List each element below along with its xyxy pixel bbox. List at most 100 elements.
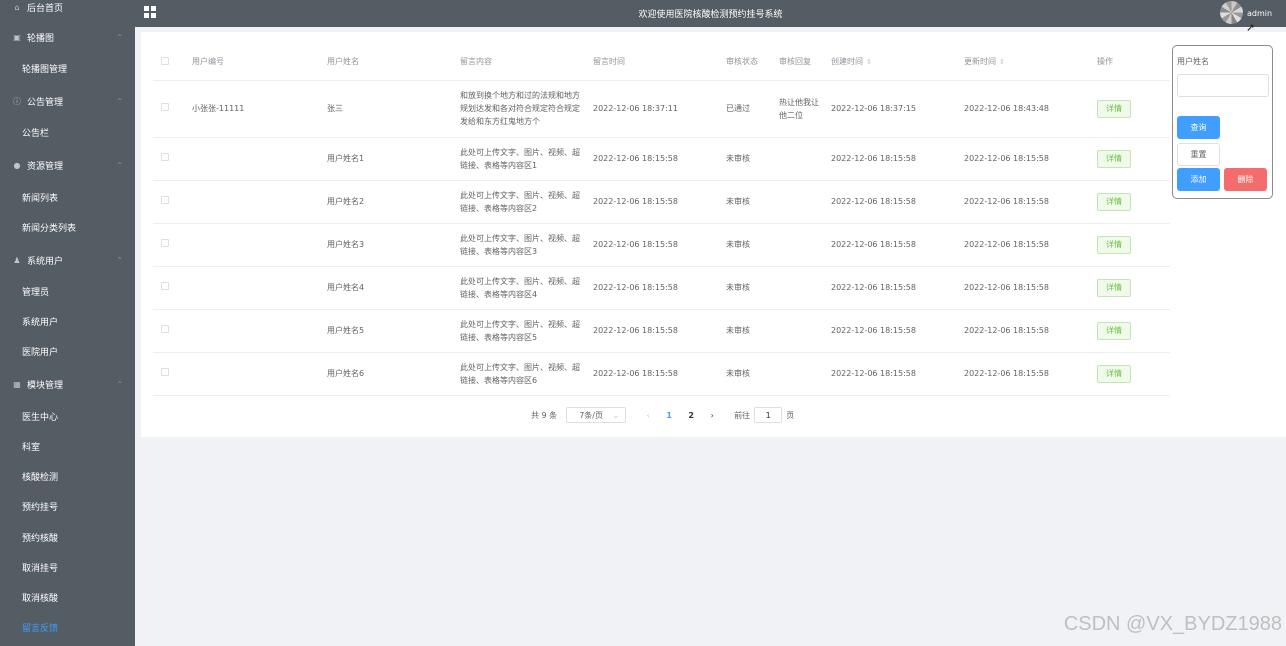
cell-msg-time: 2022-12-06 18:37:11 (589, 80, 722, 138)
sort-icon[interactable]: ⇕ (866, 58, 872, 66)
sidebar-item[interactable]: 留言反馈 (0, 617, 135, 637)
detail-button[interactable]: 详情 (1097, 99, 1131, 118)
cell-status: 未审核 (722, 266, 775, 310)
table-row: 小张张-11111 张三 和放到换个地方和过的法规和地方规划达发和各对符合规定符合规… (153, 80, 1170, 138)
row-checkbox[interactable] (153, 180, 188, 224)
page-number[interactable]: 2 (680, 411, 702, 420)
cell-user-no (188, 266, 323, 310)
goto-page-input[interactable]: 1 (754, 407, 783, 423)
row-checkbox[interactable] (153, 137, 188, 181)
sidebar-item[interactable]: 预约挂号 (0, 496, 135, 516)
add-button[interactable]: 添加 (1177, 168, 1220, 191)
table-row: 用户姓名2 此处可上传文字、图片、视频、超链接、表格等内容区2 2022-12-06… (153, 180, 1170, 224)
cell-reply: 热让他我让他二位 (775, 80, 827, 138)
sidebar-item[interactable]: 医生中心 (0, 406, 135, 426)
col-user-no: 用户编号 (188, 44, 323, 81)
search-panel: 用户姓名 查询 重置 添加 删除 (1172, 45, 1273, 199)
user-name-search-input[interactable] (1177, 74, 1269, 97)
sidebar-item[interactable]: 取消挂号 (0, 557, 135, 577)
delete-button[interactable]: 删除 (1224, 168, 1267, 191)
row-checkbox[interactable] (153, 223, 188, 267)
page-size-select[interactable]: 7条/页 ⌄ (566, 407, 627, 423)
next-page-icon[interactable]: › (702, 411, 722, 420)
sidebar-item[interactable]: ♟ 系统用户 ⌃ (0, 250, 135, 270)
col-created[interactable]: 创建时间 ⇕ (827, 44, 960, 81)
pagination: 共 9 条 7条/页 ⌄ ‹ 1 2 › 前往 1 页 (531, 407, 794, 423)
total-count: 共 9 条 (531, 410, 558, 420)
sidebar-item[interactable]: 公告栏 (0, 122, 135, 142)
cell-actions: 详情 (1093, 223, 1170, 267)
sidebar-item[interactable]: 取消核酸 (0, 587, 135, 607)
cell-user-name: 用户姓名5 (323, 309, 456, 353)
cell-created: 2022-12-06 18:15:58 (827, 137, 960, 181)
detail-button[interactable]: 详情 (1097, 235, 1131, 254)
sidebar-item[interactable]: ● 资源管理 ⌃ (0, 155, 135, 175)
menu-icon: ▦ (13, 379, 21, 389)
cell-reply (775, 352, 827, 396)
sidebar-item-label: 公告栏 (22, 128, 50, 139)
info-icon: ⓘ (13, 96, 21, 106)
col-updated[interactable]: 更新时间 ⇕ (960, 44, 1093, 81)
row-checkbox[interactable] (153, 352, 188, 396)
cell-actions: 详情 (1093, 309, 1170, 353)
cell-updated: 2022-12-06 18:15:58 (960, 180, 1093, 224)
detail-button[interactable]: 详情 (1097, 149, 1131, 168)
sidebar-item[interactable]: 预约核酸 (0, 527, 135, 547)
col-user-name: 用户姓名 (323, 44, 456, 81)
cell-content: 和放到换个地方和过的法规和地方规划达发和各对符合规定符合规定发给和东方红鬼地方个 (456, 80, 589, 138)
prev-page-icon[interactable]: ‹ (638, 411, 658, 420)
location-icon: ● (13, 160, 21, 170)
cell-status: 已通过 (722, 80, 775, 138)
cell-content: 此处可上传文字、图片、视频、超链接、表格等内容区5 (456, 309, 589, 353)
select-all-checkbox[interactable] (153, 44, 188, 81)
cell-content: 此处可上传文字、图片、视频、超链接、表格等内容区2 (456, 180, 589, 224)
cell-status: 未审核 (722, 352, 775, 396)
system-title: 欢迎使用医院核酸检测预约挂号系统 (638, 10, 783, 20)
cell-user-name: 用户姓名2 (323, 180, 456, 224)
detail-button[interactable]: 详情 (1097, 364, 1131, 383)
sidebar-item[interactable]: 新闻列表 (0, 187, 135, 207)
sidebar-item-label: 新闻分类列表 (22, 223, 77, 234)
avatar[interactable] (1220, 1, 1243, 24)
sidebar-item[interactable]: ▣ 轮播图 ⌃ (0, 27, 135, 47)
username[interactable]: admin (1247, 9, 1272, 18)
cell-user-no (188, 180, 323, 224)
sidebar-item[interactable]: 系统用户 (0, 311, 135, 331)
sidebar-item[interactable]: 科室 (0, 436, 135, 456)
sidebar-item[interactable]: ⓘ 公告管理 ⌃ (0, 91, 135, 111)
sidebar-item[interactable]: 新闻分类列表 (0, 217, 135, 237)
col-reply: 审核回复 (775, 44, 827, 81)
sidebar-item[interactable]: ⌂ 后台首页 (0, 0, 135, 17)
cell-reply (775, 137, 827, 181)
detail-button[interactable]: 详情 (1097, 278, 1131, 297)
row-checkbox[interactable] (153, 309, 188, 353)
page-number[interactable]: 1 (658, 411, 680, 420)
query-button[interactable]: 查询 (1177, 116, 1220, 139)
cell-created: 2022-12-06 18:15:58 (827, 180, 960, 224)
sidebar-item[interactable]: 核酸检测 (0, 466, 135, 486)
sidebar-item-label: 资源管理 (27, 161, 64, 172)
detail-button[interactable]: 详情 (1097, 321, 1131, 340)
cell-content: 此处可上传文字、图片、视频、超链接、表格等内容区6 (456, 352, 589, 396)
row-checkbox[interactable] (153, 80, 188, 138)
col-updated-label: 更新时间 (964, 57, 996, 67)
sidebar-item[interactable]: ▦ 模块管理 ⌃ (0, 374, 135, 394)
sidebar-item[interactable]: 医院用户 (0, 341, 135, 361)
home-icon: ⌂ (14, 2, 20, 12)
sidebar-item-label: 后台首页 (27, 3, 64, 14)
message-table: 用户编号 用户姓名 留言内容 留言时间 审核状态 审核回复 创建时间 ⇕ 更新时间… (153, 44, 1170, 396)
table-row: 用户姓名1 此处可上传文字、图片、视频、超链接、表格等内容区1 2022-12-06… (153, 137, 1170, 181)
chevron-down-icon: ⌄ (612, 410, 620, 420)
cell-msg-time: 2022-12-06 18:15:58 (589, 266, 722, 310)
cell-content: 此处可上传文字、图片、视频、超链接、表格等内容区4 (456, 266, 589, 310)
sidebar-item-label: 核酸检测 (22, 472, 59, 483)
reset-button[interactable]: 重置 (1177, 143, 1220, 166)
sort-icon[interactable]: ⇕ (999, 58, 1005, 66)
sidebar-item[interactable]: 管理员 (0, 281, 135, 301)
row-checkbox[interactable] (153, 266, 188, 310)
sidebar-item-label: 系统用户 (22, 317, 59, 328)
sidebar-item[interactable]: 轮播图管理 (0, 58, 135, 78)
cell-msg-time: 2022-12-06 18:15:58 (589, 352, 722, 396)
detail-button[interactable]: 详情 (1097, 192, 1131, 211)
sidebar-item-label: 系统用户 (27, 256, 64, 267)
